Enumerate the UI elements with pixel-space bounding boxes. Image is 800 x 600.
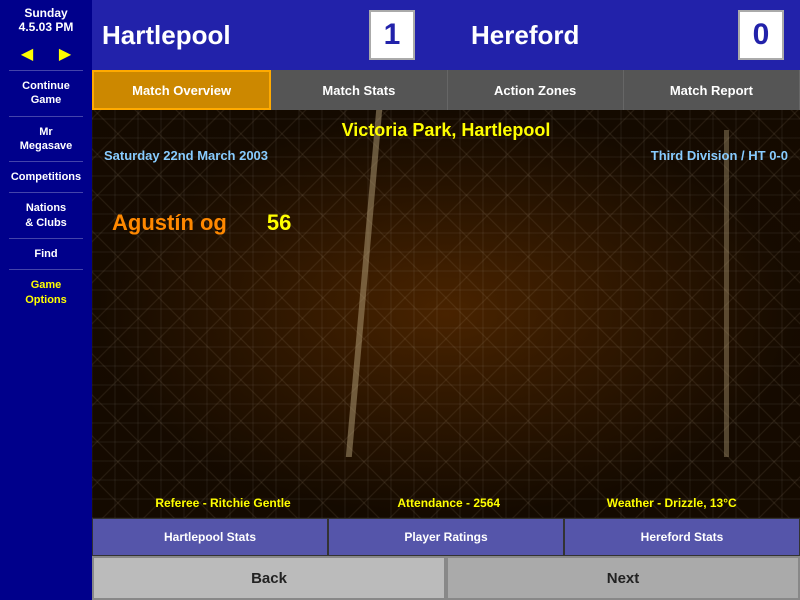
divider-6: [9, 269, 83, 270]
match-division: Third Division / HT 0-0: [651, 148, 788, 163]
competitions-label: Competitions: [11, 171, 81, 183]
referee-info: Referee - Ritchie Gentle: [155, 496, 290, 510]
home-score: 1: [369, 10, 415, 60]
stats-bar: Hartlepool Stats Player Ratings Hereford…: [92, 518, 800, 556]
scoreboard: Hartlepool 1 Hereford 0: [92, 0, 800, 70]
divider-4: [9, 192, 83, 193]
goal-event: Agustín og 56: [112, 210, 291, 236]
date-display: Sunday 4.5.03 PM: [0, 0, 92, 40]
bottom-nav: Back Next: [92, 556, 800, 600]
away-score: 0: [738, 10, 784, 60]
player-ratings-button[interactable]: Player Ratings: [328, 518, 564, 556]
divider-1: [9, 70, 83, 71]
match-content: Victoria Park, Hartlepool Saturday 22nd …: [92, 110, 800, 518]
find-label: Find: [34, 248, 57, 260]
tab-match-report[interactable]: Match Report: [624, 70, 800, 110]
net-diagonal: [92, 110, 800, 518]
divider-2: [9, 116, 83, 117]
next-button[interactable]: Next: [446, 556, 800, 600]
away-team-name: Hereford: [461, 20, 732, 51]
nav-arrows: ◀ ▶: [0, 40, 92, 68]
competitions-button[interactable]: Competitions: [0, 164, 92, 190]
divider-3: [9, 161, 83, 162]
venue-name: Victoria Park, Hartlepool: [92, 120, 800, 141]
tab-action-zones[interactable]: Action Zones: [448, 70, 624, 110]
sidebar-time: 4.5.03 PM: [19, 20, 74, 34]
game-options-button[interactable]: Game Options: [0, 272, 92, 313]
post-right: [724, 130, 729, 456]
match-date: Saturday 22nd March 2003: [104, 148, 268, 163]
weather-info: Weather - Drizzle, 13°C: [607, 496, 737, 510]
divider-5: [9, 238, 83, 239]
home-team-name: Hartlepool: [102, 20, 363, 51]
next-arrow[interactable]: ▶: [59, 44, 71, 64]
hartlepool-stats-button[interactable]: Hartlepool Stats: [92, 518, 328, 556]
goal-scorer: Agustín og: [112, 210, 227, 236]
match-info-bar: Referee - Ritchie Gentle Attendance - 25…: [92, 496, 800, 510]
continue-game-button[interactable]: Continue Game: [0, 73, 92, 114]
find-button[interactable]: Find: [0, 241, 92, 267]
tabs: Match Overview Match Stats Action Zones …: [92, 70, 800, 110]
back-button[interactable]: Back: [92, 556, 446, 600]
sidebar: Sunday 4.5.03 PM ◀ ▶ Continue Game Mr Me…: [0, 0, 92, 600]
main-content: Hartlepool 1 Hereford 0 Match Overview M…: [92, 0, 800, 600]
goal-minute: 56: [267, 210, 291, 236]
away-score-spacer: [449, 10, 455, 60]
tab-match-stats[interactable]: Match Stats: [271, 70, 447, 110]
sidebar-date: Sunday: [24, 6, 67, 20]
prev-arrow[interactable]: ◀: [21, 44, 33, 64]
hereford-stats-button[interactable]: Hereford Stats: [564, 518, 800, 556]
nations-clubs-button[interactable]: Nations & Clubs: [0, 195, 92, 236]
away-team-name-spacer: [427, 10, 437, 60]
save-game-button[interactable]: Mr Megasave: [0, 119, 92, 160]
attendance-info: Attendance - 2564: [397, 496, 500, 510]
tab-match-overview[interactable]: Match Overview: [92, 70, 271, 110]
